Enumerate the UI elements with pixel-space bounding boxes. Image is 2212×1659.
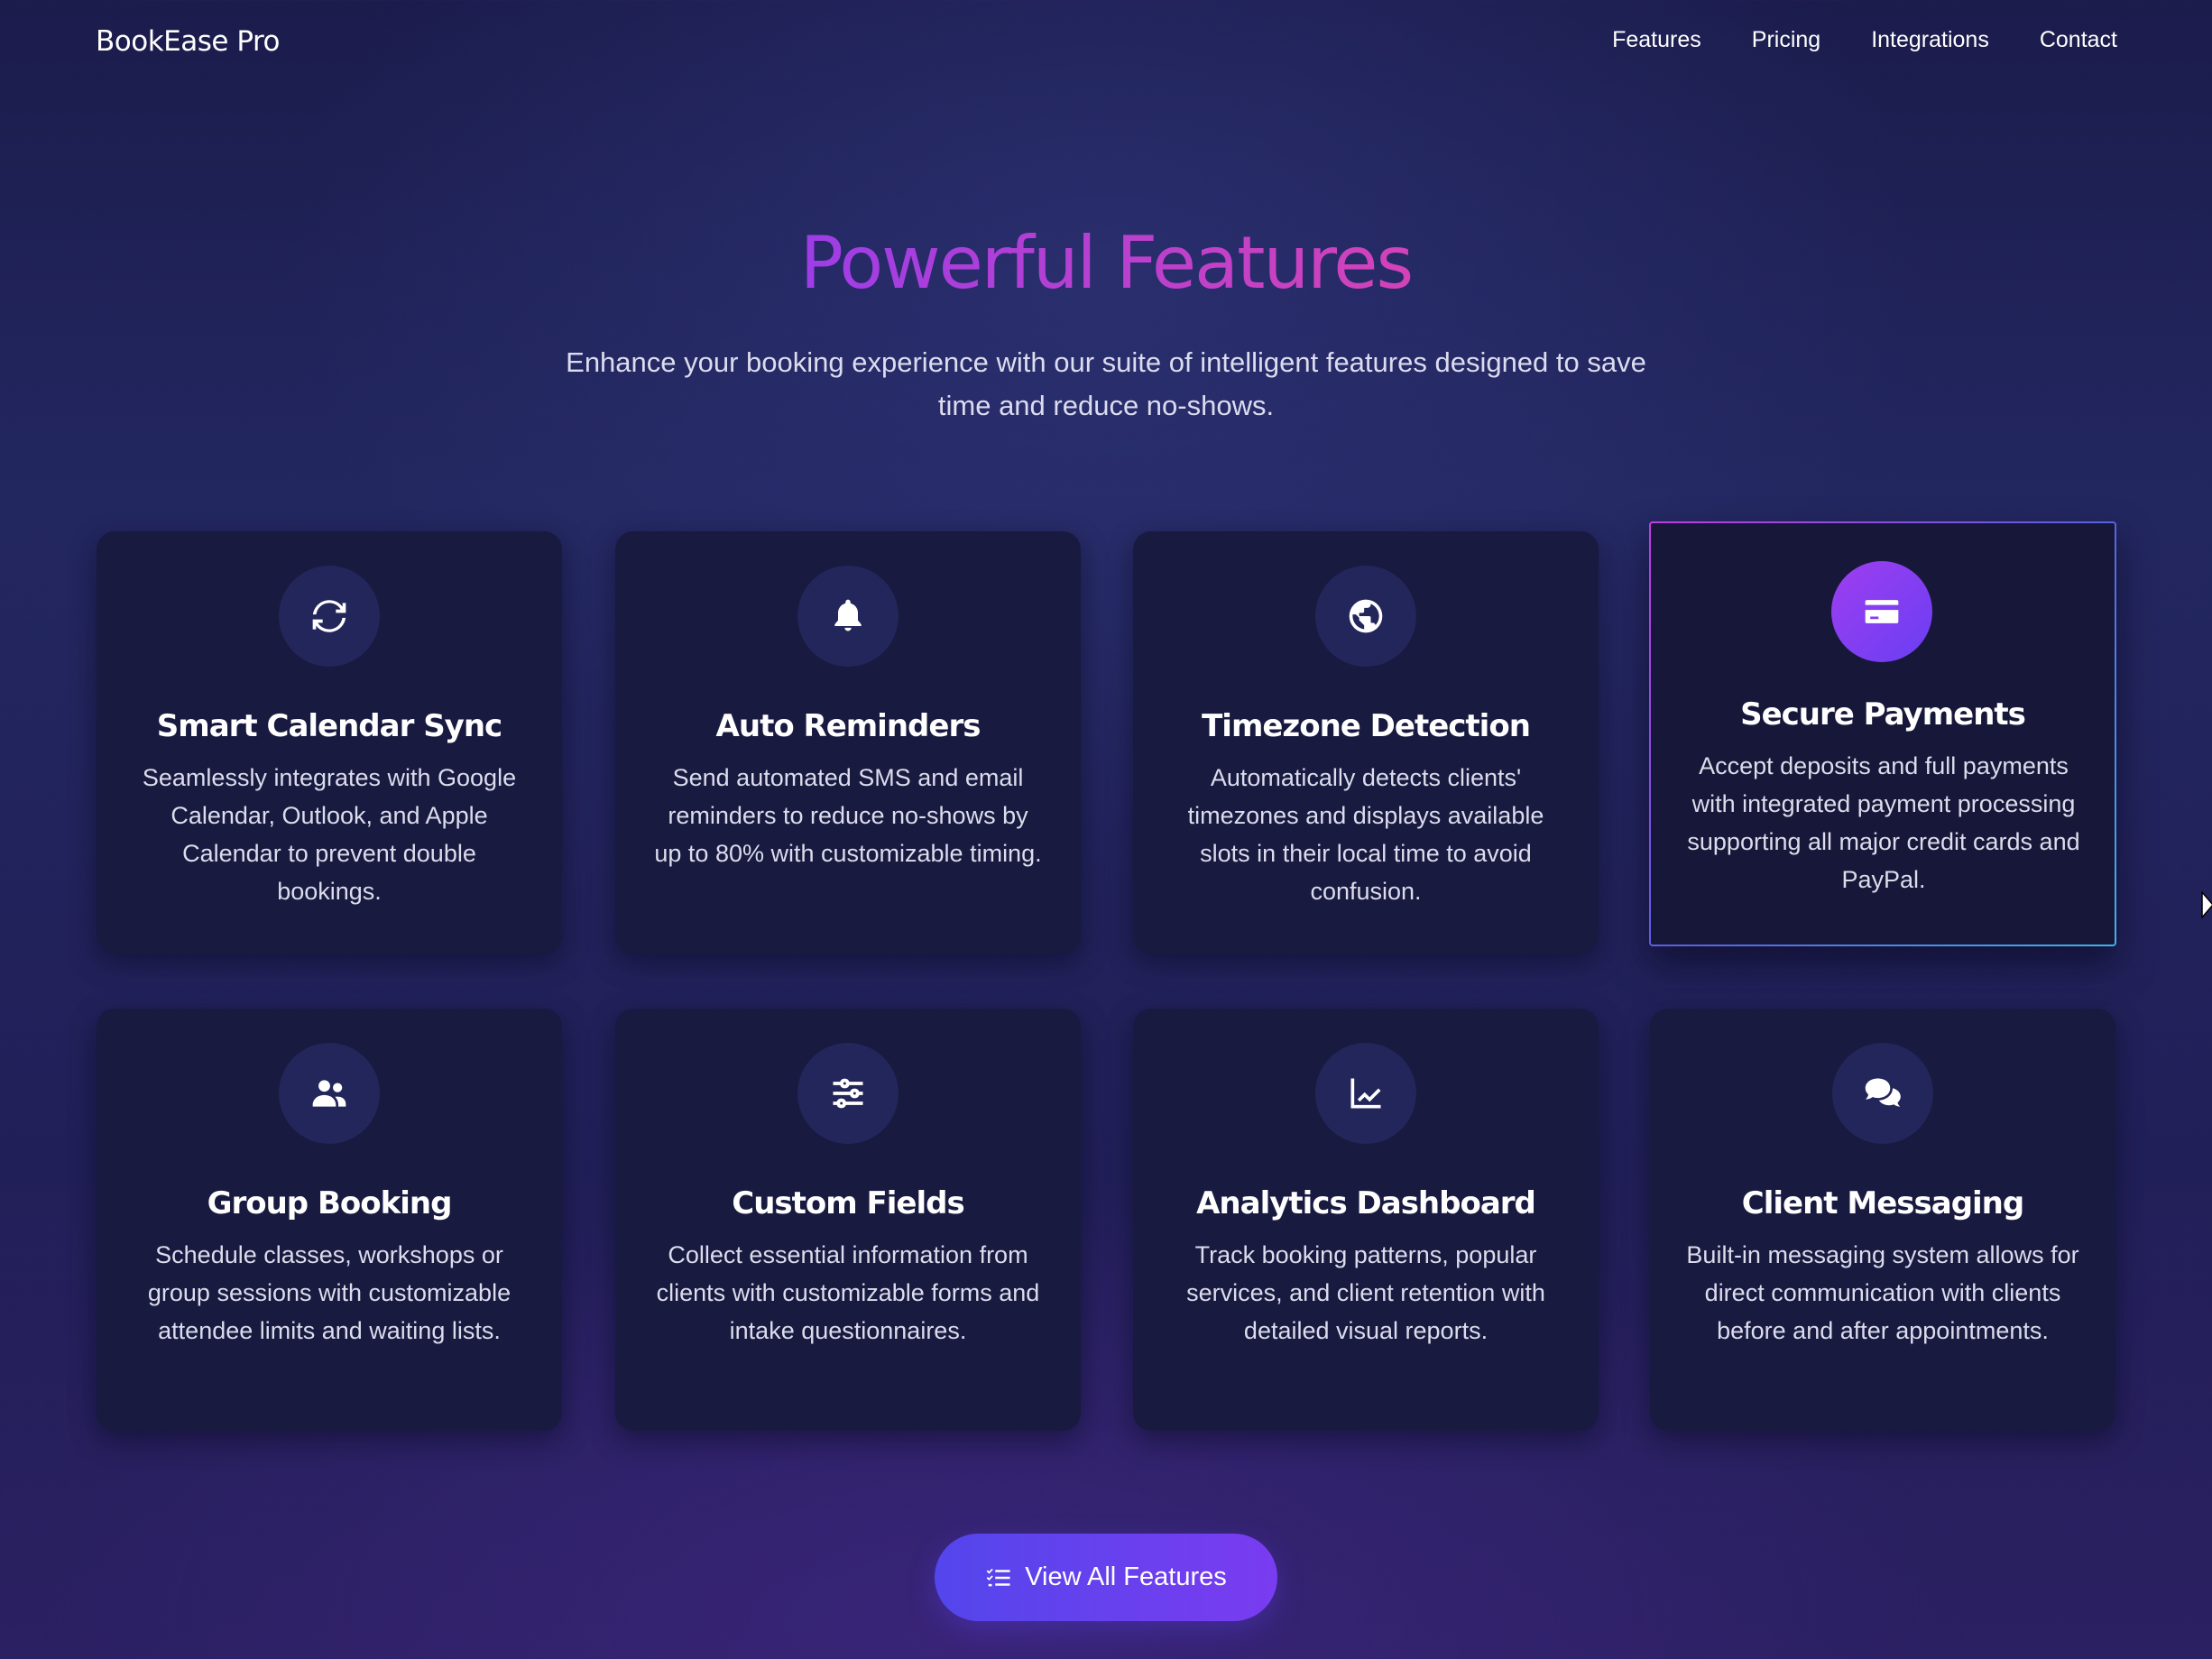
section-subtitle: Enhance your booking experience with our… — [566, 346, 1646, 421]
bell-icon — [797, 566, 899, 667]
feature-description: Schedule classes, workshops or group ses… — [147, 1241, 512, 1344]
feature-title: Analytics Dashboard — [1196, 1185, 1536, 1221]
feature-description: Accept deposits and full payments with i… — [1687, 752, 2080, 893]
feature-title: Group Booking — [207, 1185, 453, 1221]
top-navbar: BookEase Pro Features Pricing Integratio… — [0, 0, 2212, 87]
sync-icon — [279, 566, 380, 667]
feature-description: Automatically detects clients' timezones… — [1187, 764, 1544, 905]
sliders-icon — [797, 1043, 899, 1144]
feature-card-group-booking[interactable]: Group Booking Schedule classes, workshop… — [97, 1009, 562, 1431]
nav-link-pricing[interactable]: Pricing — [1752, 27, 1820, 53]
comments-icon — [1832, 1043, 1933, 1144]
feature-card-client-messaging[interactable]: Client Messaging Built-in messaging syst… — [1650, 1009, 2115, 1431]
feature-description: Collect essential information from clien… — [656, 1241, 1040, 1344]
feature-title: Auto Reminders — [715, 708, 982, 744]
feature-card-secure-payments[interactable]: Secure Payments Accept deposits and full… — [1649, 521, 2116, 946]
feature-description: Send automated SMS and email reminders t… — [654, 764, 1042, 867]
nav-link-integrations[interactable]: Integrations — [1871, 27, 1989, 53]
feature-card-calendar-sync[interactable]: Smart Calendar Sync Seamlessly integrate… — [97, 531, 562, 954]
feature-description: Seamlessly integrates with Google Calend… — [142, 764, 517, 905]
feature-description: Track booking patterns, popular services… — [1186, 1241, 1545, 1344]
feature-title: Smart Calendar Sync — [156, 708, 502, 744]
chart-line-icon — [1315, 1043, 1416, 1144]
view-all-features-button[interactable]: View All Features — [935, 1534, 1277, 1621]
list-check-icon — [986, 1568, 1010, 1586]
users-icon — [279, 1043, 380, 1144]
brand-logo[interactable]: BookEase Pro — [96, 25, 281, 58]
feature-title: Secure Payments — [1740, 696, 2026, 733]
section-title: Powerful Features — [0, 221, 2212, 305]
feature-card-custom-fields[interactable]: Custom Fields Collect essential informat… — [615, 1009, 1081, 1431]
credit-card-icon — [1831, 561, 1932, 662]
view-all-features-label: View All Features — [1025, 1562, 1227, 1591]
feature-title: Client Messaging — [1741, 1185, 2024, 1221]
mouse-cursor-icon — [2201, 891, 2212, 918]
nav-links: Features Pricing Integrations Contact — [1612, 27, 2117, 53]
feature-card-auto-reminders[interactable]: Auto Reminders Send automated SMS and em… — [615, 531, 1081, 954]
feature-card-timezone-detection[interactable]: Timezone Detection Automatically detects… — [1133, 531, 1599, 954]
nav-link-contact[interactable]: Contact — [2040, 27, 2117, 53]
feature-title: Timezone Detection — [1202, 708, 1531, 744]
nav-link-features[interactable]: Features — [1612, 27, 1701, 53]
feature-card-analytics-dashboard[interactable]: Analytics Dashboard Track booking patter… — [1133, 1009, 1599, 1431]
feature-title: Custom Fields — [732, 1185, 964, 1221]
feature-description: Built-in messaging system allows for dir… — [1686, 1241, 2079, 1344]
globe-icon — [1315, 566, 1416, 667]
